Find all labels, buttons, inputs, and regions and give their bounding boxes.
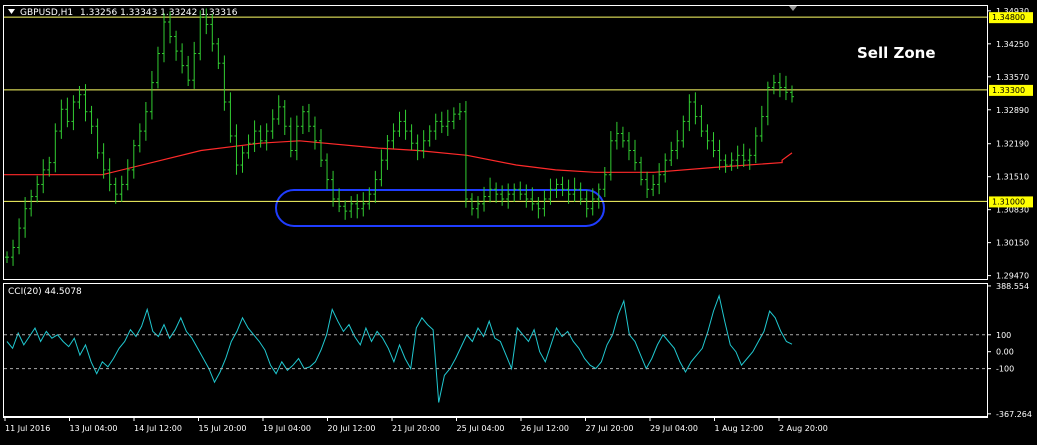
x-axis-label: 25 Jul 04:00 [457, 424, 505, 433]
price-axis-label: 1.33570 [996, 73, 1029, 82]
x-axis-label: 11 Jul 2016 [5, 424, 50, 433]
cci-title: CCI(20) 44.5078 [8, 287, 82, 297]
level-label: 1.34800 [992, 13, 1025, 22]
chart-window: GBPUSD,H1 1.33256 1.33343 1.33242 1.3331… [0, 0, 1037, 441]
cci-axis-label: -100 [996, 365, 1014, 374]
chart-svg: GBPUSD,H1 1.33256 1.33343 1.33242 1.3331… [3, 5, 1033, 433]
cci-layer [6, 294, 793, 403]
scroll-marker-icon [789, 6, 797, 11]
cci-axis-label: -367.264 [996, 410, 1032, 419]
cci-axis-label: 0.00 [996, 348, 1014, 357]
symbol-label: GBPUSD,H1 [20, 8, 73, 18]
price-axis-label: 1.30150 [996, 239, 1029, 248]
price-layer [4, 140, 793, 176]
level-label: 1.31000 [992, 197, 1025, 206]
x-axis-label: 15 Jul 20:00 [199, 424, 247, 433]
price-panel-frame [3, 5, 988, 280]
sell-zone-annotation: Sell Zone [857, 44, 936, 62]
price-axis-label: 1.32190 [996, 140, 1029, 149]
triangle-down-icon[interactable] [8, 9, 15, 14]
x-axis-label: 27 Jul 20:00 [586, 424, 634, 433]
cci-line [6, 294, 793, 403]
price-axis-label: 1.32890 [996, 106, 1029, 115]
range-highlight-ellipse[interactable] [275, 189, 605, 227]
x-axis-label: 13 Jul 04:00 [70, 424, 118, 433]
moving-average-line [4, 140, 793, 176]
x-axis-label: 2 Aug 20:00 [779, 424, 828, 433]
cci-axis-label: 100 [996, 331, 1011, 340]
x-axis-label: 20 Jul 12:00 [328, 424, 376, 433]
x-axis-label: 14 Jul 12:00 [134, 424, 182, 433]
x-axis-label: 21 Jul 20:00 [392, 424, 440, 433]
x-axis-label: 26 Jul 12:00 [521, 424, 569, 433]
price-axis-label: 1.29470 [996, 272, 1029, 281]
x-axis-label: 19 Jul 04:00 [263, 424, 311, 433]
cci-axis-label: 388.554 [996, 282, 1029, 291]
cci-panel-frame [3, 283, 988, 417]
x-axis-label: 1 Aug 12:00 [715, 424, 764, 433]
price-axis-label: 1.34250 [996, 40, 1029, 49]
level-label: 1.33300 [992, 86, 1025, 95]
price-axis-label: 1.31510 [996, 173, 1029, 182]
ohlc-values: 1.33256 1.33343 1.33242 1.33316 [80, 8, 238, 18]
x-axis-label: 29 Jul 04:00 [650, 424, 698, 433]
